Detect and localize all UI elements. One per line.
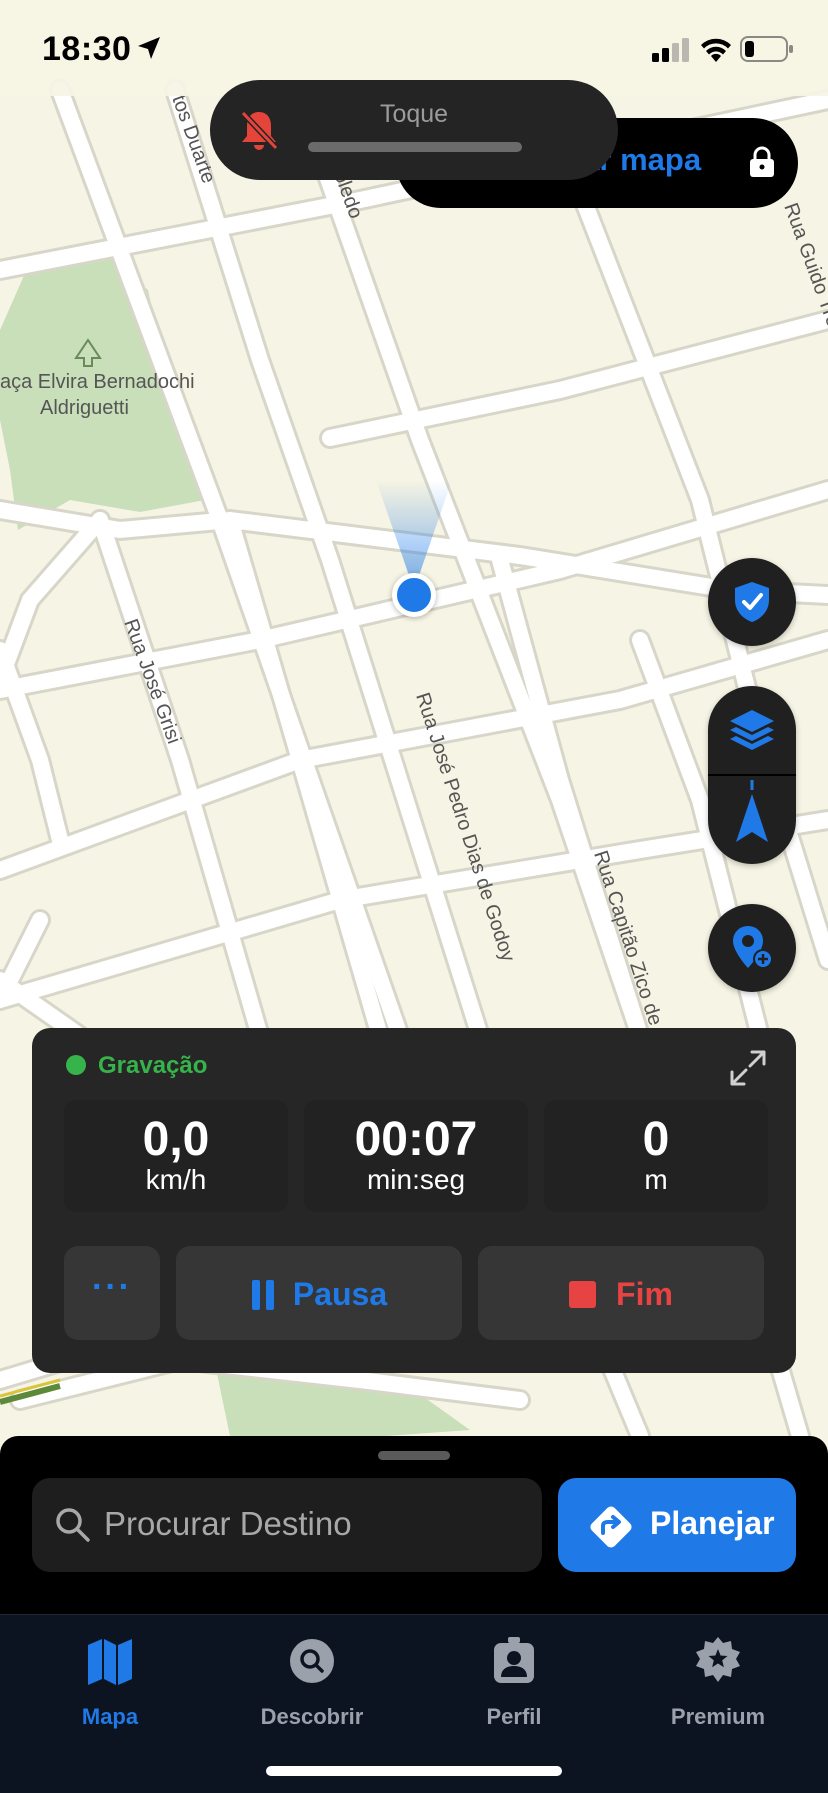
recording-status: Gravação	[98, 1052, 208, 1079]
speed-stat: 0,0 km/h	[64, 1100, 288, 1212]
pause-button[interactable]: Pausa	[176, 1246, 462, 1340]
directions-icon	[590, 1506, 632, 1548]
more-options-button[interactable]: ···	[64, 1246, 160, 1340]
sheet-grabber[interactable]	[378, 1451, 450, 1460]
wifi-icon	[701, 38, 731, 62]
expand-icon[interactable]	[728, 1048, 768, 1088]
speed-unit: km/h	[145, 1164, 207, 1195]
stop-button[interactable]: Fim	[478, 1246, 764, 1340]
lock-icon	[750, 146, 774, 177]
ringer-volume-bar	[308, 142, 522, 152]
ringer-notification: Toque	[210, 80, 618, 180]
location-arrow-icon	[138, 37, 160, 59]
premium-badge-icon	[696, 1637, 740, 1682]
tab-profile[interactable]: Perfil	[434, 1633, 594, 1730]
pause-label: Pausa	[292, 1276, 388, 1313]
map-label-park: aça Elvira Bernadochi	[0, 371, 195, 393]
user-location-dot	[392, 573, 436, 617]
layers-button[interactable]	[708, 686, 796, 774]
cellular-signal-icon	[652, 38, 689, 62]
more-dots-icon: ···	[92, 1268, 132, 1306]
layers-icon	[730, 710, 774, 750]
duration-value: 00:07	[354, 1113, 478, 1166]
distance-value: 0	[642, 1113, 670, 1166]
home-indicator	[266, 1766, 562, 1776]
stop-label: Fim	[616, 1276, 673, 1313]
add-place-icon	[733, 926, 773, 969]
profile-icon	[494, 1637, 534, 1683]
tab-map-label: Mapa	[81, 1704, 139, 1729]
tab-discover[interactable]: Descobrir	[232, 1633, 392, 1730]
pause-icon	[251, 1279, 274, 1310]
status-time: 18:30	[42, 30, 132, 68]
ringer-label: Toque	[379, 100, 449, 128]
tab-premium-label: Premium	[670, 1704, 766, 1729]
duration-stat: 00:07 min:seg	[304, 1100, 528, 1212]
north-button[interactable]	[708, 776, 796, 864]
map-controls-stack	[708, 686, 796, 864]
tab-map[interactable]: Mapa	[30, 1633, 190, 1730]
tab-discover-label: Descobrir	[260, 1704, 364, 1729]
map-label-park-line2: Aldriguetti	[40, 397, 129, 419]
stop-icon	[569, 1281, 597, 1309]
shield-check-icon	[735, 582, 769, 622]
duration-unit: min:seg	[366, 1164, 466, 1195]
tab-profile-label: Perfil	[486, 1704, 542, 1729]
battery-low-icon	[740, 36, 793, 62]
discover-icon	[290, 1639, 334, 1683]
speed-value: 0,0	[142, 1113, 210, 1166]
distance-unit: m	[644, 1164, 668, 1195]
add-place-button[interactable]	[708, 904, 796, 992]
search-icon	[56, 1508, 90, 1542]
search-input[interactable]: Procurar Destino	[32, 1478, 542, 1572]
distance-stat: 0 m	[544, 1100, 768, 1212]
plan-route-button[interactable]: Planejar	[558, 1478, 796, 1572]
safety-button[interactable]	[708, 558, 796, 646]
north-arrow-icon	[736, 780, 768, 842]
plan-label: Planejar	[650, 1505, 775, 1541]
search-placeholder: Procurar Destino	[104, 1505, 352, 1542]
recording-indicator	[66, 1055, 86, 1075]
recording-panel: Gravação 0,0 km/h 00:07 min:seg 0 m ··· …	[32, 1028, 796, 1373]
tab-premium[interactable]: Premium	[638, 1633, 798, 1730]
map-icon	[88, 1639, 132, 1685]
